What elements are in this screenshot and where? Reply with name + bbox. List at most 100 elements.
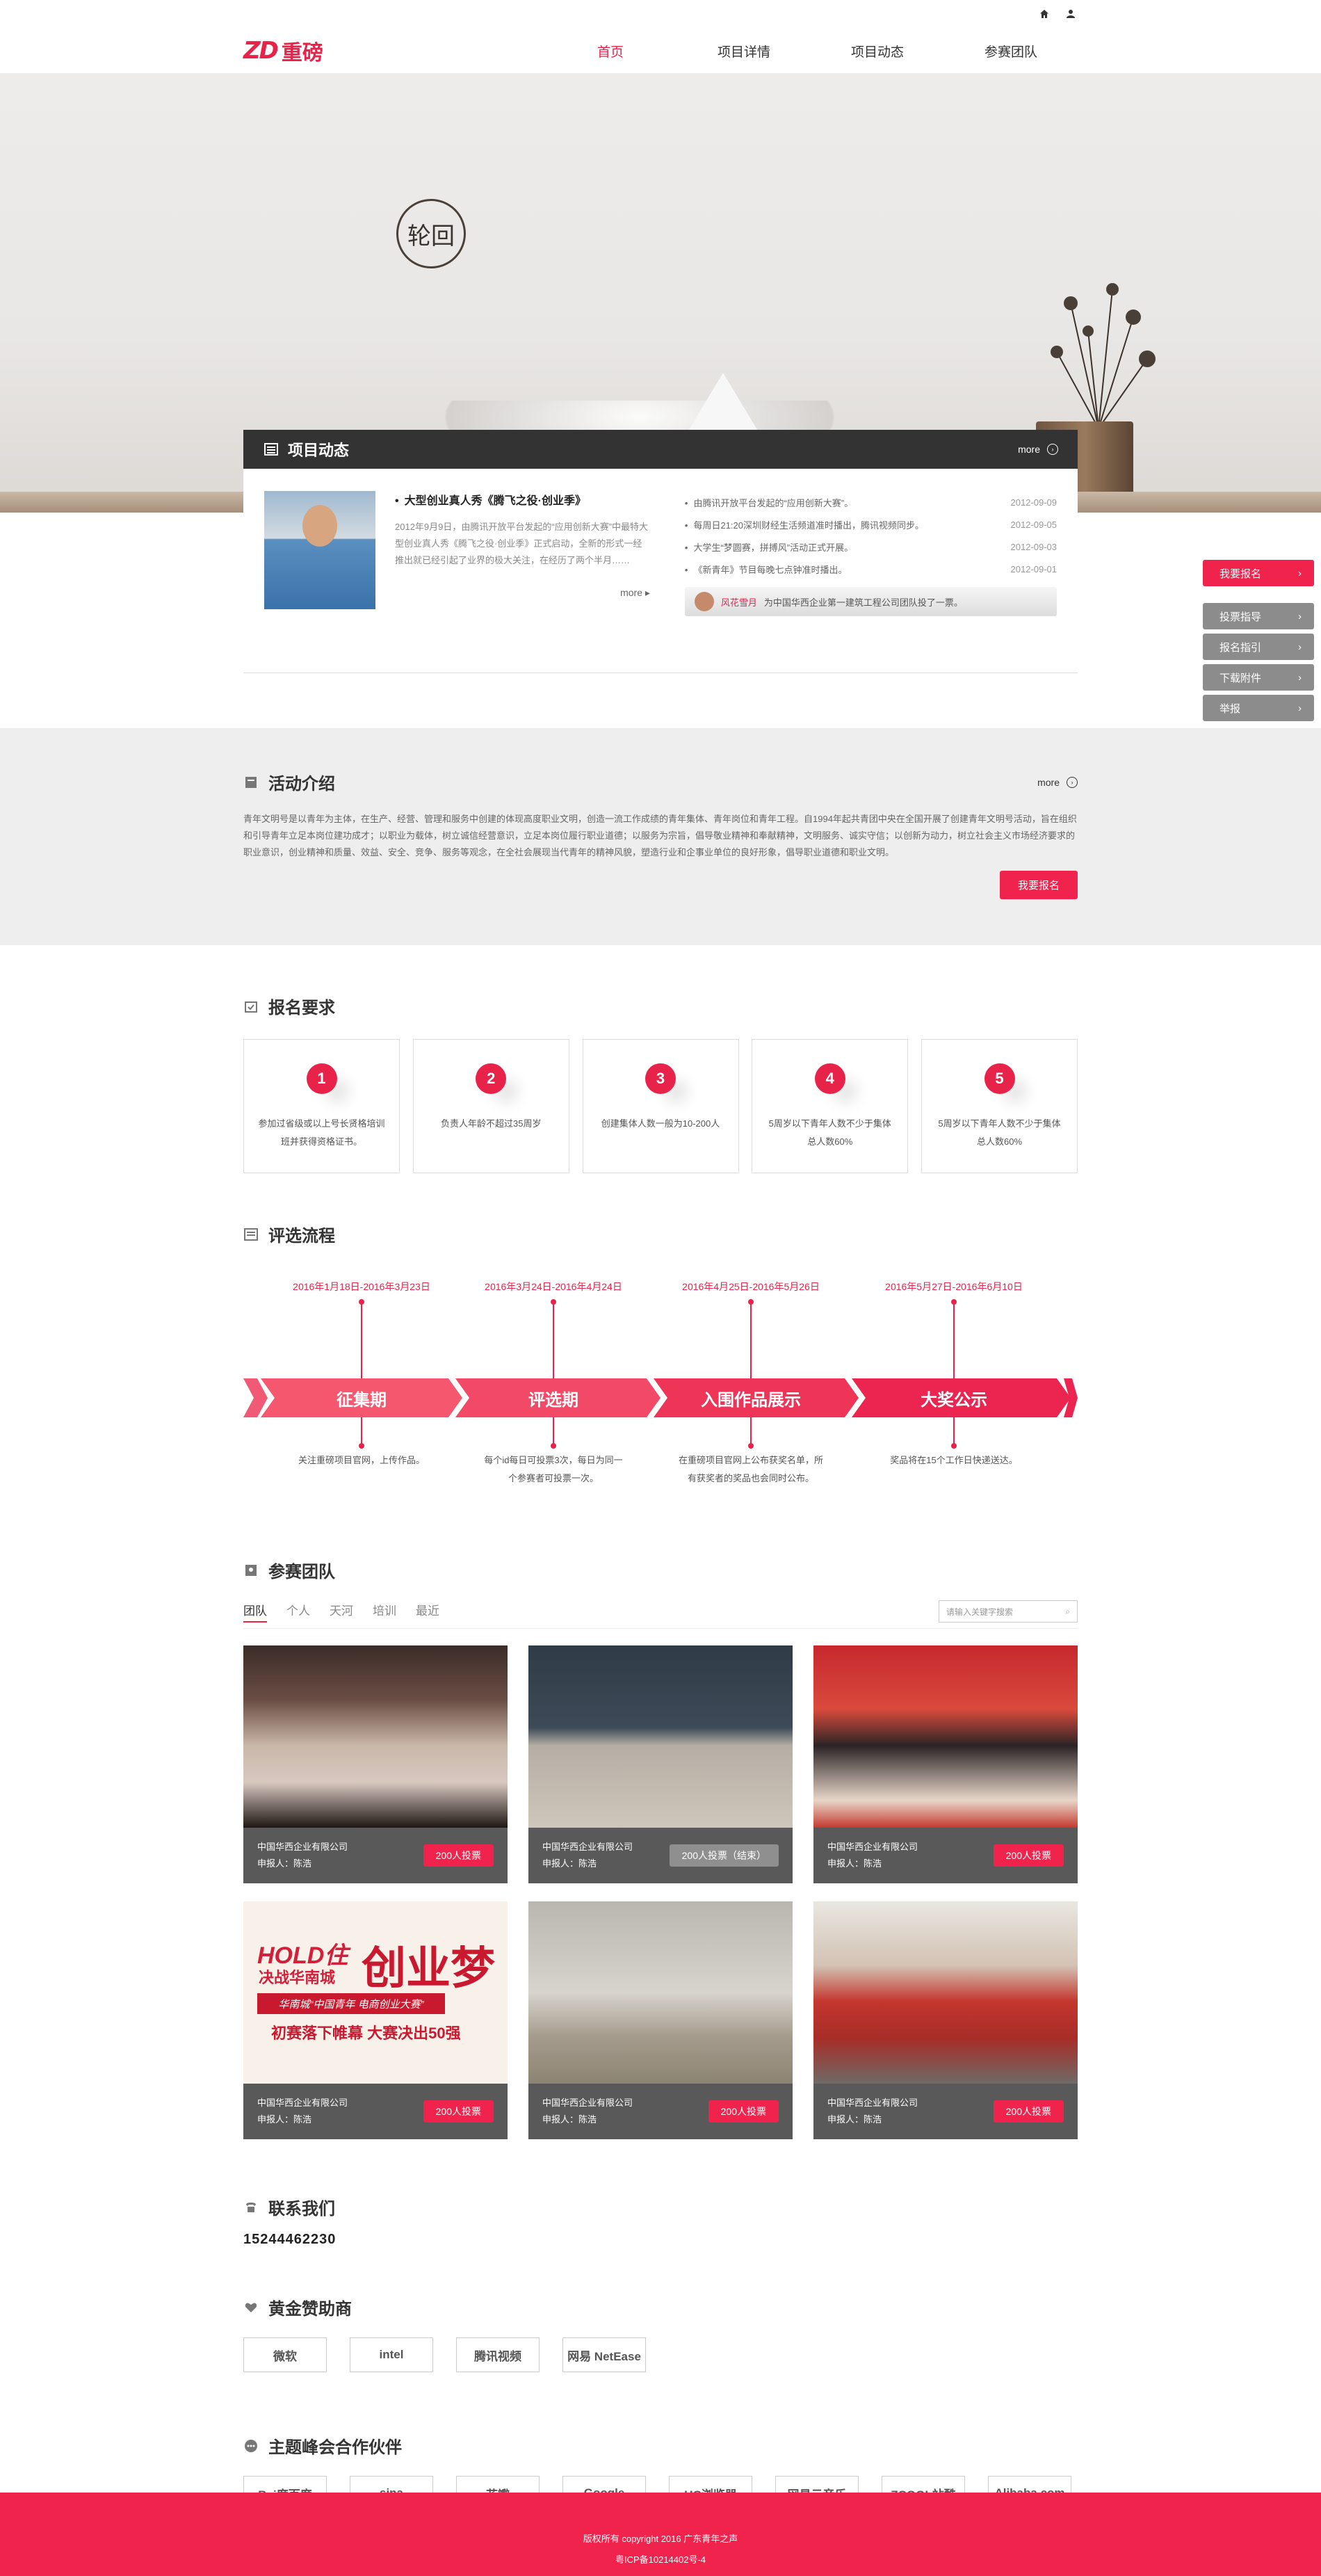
sponsor-logo[interactable]: intel [350, 2337, 433, 2372]
team-card[interactable]: 中国华西企业有限公司 申报人：陈浩 200人投票（结束） [528, 1645, 793, 1883]
step-desc: 在重磅项目官网上公布获奖名单，所有获奖者的奖品也会同时公布。 [678, 1455, 823, 1483]
home-icon[interactable] [1037, 7, 1051, 21]
signup-button[interactable]: 我要报名 [999, 871, 1078, 899]
step-review: 评选期 [528, 1390, 578, 1410]
activity-more-link[interactable]: more › [1037, 776, 1078, 788]
sponsors-title: 黄金赞助商 [268, 2300, 352, 2319]
activity-title: 活动介绍 [268, 775, 335, 794]
list-item[interactable]: 由腾讯开放平台发起的“应用创新大赛”。2012-09-09 [685, 491, 1057, 513]
calendar-check-icon [243, 999, 259, 1014]
team-search-input[interactable]: 请输入关键字搜索 ⌕ [939, 1600, 1078, 1623]
side-download-button[interactable]: 下载附件 › [1203, 664, 1314, 691]
activity-body: 青年文明号是以青年为主体，在生产、经营、管理和服务中创建的体现高度职业文明，创造… [243, 814, 1077, 858]
team-card[interactable]: 中国华西企业有限公司 申报人：陈浩 200人投票 [813, 1901, 1078, 2139]
contact-phone: 15244462230 [243, 2232, 337, 2247]
team-card[interactable]: HOLD住 决战华南城 创业梦 华南城“中国青年 电商创业大赛” 初赛落下帷幕 … [243, 1901, 508, 2139]
requirement-card: 1 参加过省级或以上号长贤格培训班并获得资格证书。 [243, 1039, 400, 1173]
featured-news[interactable]: 大型创业真人秀《腾飞之役·创业季》 2012年9月9日，由腾讯开放平台发起的“应… [264, 491, 650, 673]
team-photo [813, 1645, 1078, 1828]
team-photo [528, 1901, 793, 2084]
logo-text: 重磅 [281, 42, 323, 65]
chevron-right-icon: › [1298, 610, 1302, 622]
vote-button[interactable]: 200人投票 [708, 2100, 779, 2123]
step-collect: 征集期 [337, 1390, 387, 1410]
chevron-right-icon: › [1298, 641, 1302, 653]
news-title: 项目动态 [288, 442, 350, 459]
list-item[interactable]: 每周日21:20深圳财经生活频道准时播出，腾讯视频同步。2012-09-05 [685, 513, 1057, 536]
arrow-right-icon: › [1067, 776, 1078, 788]
site-footer: 版权所有 copyright 2016 广东青年之声 粤ICP备10214402… [0, 2493, 1321, 2576]
step-date: 2016年1月18日-2016年3月23日 [293, 1281, 430, 1292]
partners-title: 主题峰会合作伙伴 [268, 2438, 402, 2457]
tab-recent[interactable]: 最近 [416, 1601, 439, 1623]
list-item[interactable]: 《新青年》节目每晚七点钟准时播出。2012-09-01 [685, 558, 1057, 580]
tab-team[interactable]: 团队 [243, 1601, 267, 1623]
news-more-link[interactable]: more › [1018, 444, 1058, 455]
tab-training[interactable]: 培训 [373, 1601, 396, 1623]
flag-icon [243, 775, 259, 790]
site-logo[interactable]: ZD 重磅 [243, 35, 323, 66]
team-poster: HOLD住 决战华南城 创业梦 华南城“中国青年 电商创业大赛” 初赛落下帷幕 … [243, 1901, 508, 2084]
featured-news-more[interactable]: more ▸ [395, 587, 650, 599]
step-desc: 关注重磅项目官网，上传作品。 [298, 1455, 425, 1465]
sponsor-logo[interactable]: 微软 [243, 2337, 327, 2372]
vote-button[interactable]: 200人投票（结束） [669, 1844, 779, 1867]
news-panel: 项目动态 more › 大型创业真人秀《腾飞之役·创业季》 2012年9月9日，… [243, 430, 1078, 673]
nav-project-detail[interactable]: 项目详情 [677, 42, 811, 61]
vote-button[interactable]: 200人投票 [993, 2100, 1064, 2123]
footer-copyright: 版权所有 copyright 2016 广东青年之声 [583, 2534, 738, 2544]
side-report-button[interactable]: 举报 › [1203, 695, 1314, 721]
hero-seal: 轮回 [396, 199, 466, 268]
requirement-card: 5 5周岁以下青年人数不少于集体总人数60% [921, 1039, 1078, 1173]
featured-news-title[interactable]: 大型创业真人秀《腾飞之役·创业季》 [395, 491, 650, 508]
tab-individual[interactable]: 个人 [286, 1601, 310, 1623]
ticker-user-name[interactable]: 风花雪月 [721, 595, 757, 609]
news-list: 由腾讯开放平台发起的“应用创新大赛”。2012-09-09 每周日21:20深圳… [684, 491, 1057, 673]
main-nav: 首页 项目详情 项目动态 参赛团队 [544, 42, 1078, 61]
step-date: 2016年4月25日-2016年5月26日 [682, 1281, 820, 1292]
chevron-right-icon: › [1298, 567, 1302, 579]
side-float-menu: 我要报名 › 投票指导 › 报名指引 › 下载附件 › 举报 › [1203, 560, 1314, 725]
user-icon[interactable] [1064, 7, 1078, 21]
arrow-right-icon: › [1047, 444, 1058, 455]
vote-button[interactable]: 200人投票 [993, 1844, 1064, 1867]
step-date: 2016年5月27日-2016年6月10日 [885, 1281, 1023, 1292]
chevron-right-icon: › [1298, 671, 1302, 684]
ticker-text: 为中国华西企业第一建筑工程公司团队投了一票。 [763, 597, 963, 608]
hero-flower-image [1051, 283, 1156, 428]
featured-news-photo [264, 491, 375, 609]
side-signup-button[interactable]: 我要报名 › [1203, 560, 1314, 586]
step-award: 大奖公示 [921, 1390, 987, 1410]
avatar [694, 592, 714, 611]
team-card[interactable]: 中国华西企业有限公司 申报人：陈浩 200人投票 [528, 1901, 793, 2139]
team-photo [243, 1645, 508, 1828]
list-item[interactable]: 大学生“梦圆赛，拼搏风”活动正式开展。2012-09-03 [685, 536, 1057, 558]
requirements-section: 报名要求 1 参加过省级或以上号长贤格培训班并获得资格证书。 2 负责人年龄不超过3… [243, 945, 1078, 2511]
requirement-card: 3 创建集体人数一般为10-200人 [582, 1039, 739, 1173]
step-desc: 奖品将在15个工作日快递送达。 [890, 1455, 1018, 1465]
nav-home[interactable]: 首页 [544, 42, 677, 61]
nav-teams[interactable]: 参赛团队 [944, 42, 1078, 61]
team-photo [813, 1901, 1078, 2084]
list-icon [264, 443, 278, 456]
side-signup-guide-button[interactable]: 报名指引 › [1203, 634, 1314, 660]
step-showcase: 入围作品展示 [701, 1390, 801, 1410]
vote-button[interactable]: 200人投票 [423, 1844, 494, 1867]
nav-project-news[interactable]: 项目动态 [811, 42, 944, 61]
vote-button[interactable]: 200人投票 [423, 2100, 494, 2123]
activity-section: 活动介绍 more › 青年文明号是以青年为主体，在生产、经营、管理和服务中创建的… [0, 728, 1321, 945]
team-tabs: 团队 个人 天河 培训 最近 [243, 1601, 439, 1623]
footer-icp: 粤ICP备10214402号-4 [615, 2554, 706, 2565]
team-card[interactable]: 中国华西企业有限公司 申报人：陈浩 200人投票 [243, 1645, 508, 1883]
side-vote-guide-button[interactable]: 投票指导 › [1203, 603, 1314, 629]
search-icon[interactable]: ⌕ [1065, 1607, 1070, 1617]
step-desc: 每个id每日可投票3次，每日为同一个参赛者可投票一次。 [484, 1455, 623, 1483]
team-card[interactable]: 中国华西企业有限公司 申报人：陈浩 200人投票 [813, 1645, 1078, 1883]
dots-icon [243, 2438, 259, 2454]
teams-title: 参赛团队 [268, 1563, 335, 1581]
tab-tianhe[interactable]: 天河 [330, 1601, 353, 1623]
sponsor-logo[interactable]: 网易 NetEase [562, 2337, 646, 2372]
process-title: 评选流程 [268, 1227, 335, 1246]
sponsor-logo[interactable]: 腾讯视频 [456, 2337, 540, 2372]
requirements-title: 报名要求 [268, 999, 335, 1017]
